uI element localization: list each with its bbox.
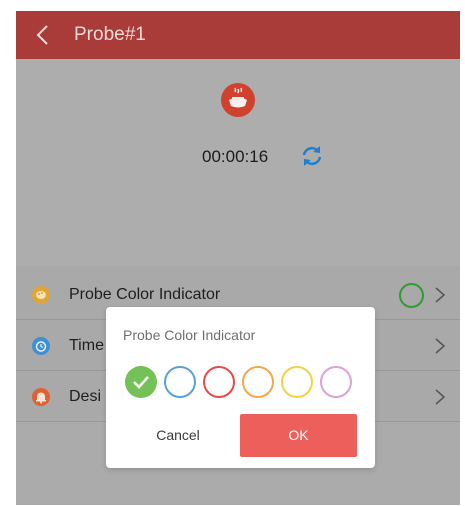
cancel-button[interactable]: Cancel <box>122 414 234 457</box>
dialog-title: Probe Color Indicator <box>123 327 256 343</box>
color-picker-dialog: Probe Color Indicator Cancel OK <box>106 307 375 468</box>
ok-button[interactable]: OK <box>240 414 357 457</box>
probe-status-panel: 00:00:16 <box>16 59 460 266</box>
color-option-orange[interactable] <box>242 366 274 398</box>
chevron-left-icon <box>36 25 48 45</box>
app-screen: Probe#1 00:00:16 Probe Color Indicator T… <box>16 11 460 505</box>
chevron-right-icon <box>434 387 446 407</box>
color-option-pink[interactable] <box>320 366 352 398</box>
chevron-right-icon <box>434 336 446 356</box>
refresh-icon[interactable] <box>299 143 325 169</box>
chevron-right-icon <box>434 285 446 305</box>
setting-label: Desi <box>69 388 102 405</box>
setting-label: Time <box>69 337 104 354</box>
cooking-pot-icon <box>221 83 255 117</box>
color-options <box>125 366 355 398</box>
color-option-blue[interactable] <box>164 366 196 398</box>
navbar: Probe#1 <box>16 11 460 59</box>
cook-timer: 00:00:16 <box>202 147 269 166</box>
checkmark-icon <box>133 376 149 389</box>
bell-icon <box>32 388 50 406</box>
page-title: Probe#1 <box>74 24 146 45</box>
alarm-clock-icon <box>32 337 50 355</box>
palette-icon <box>32 286 50 304</box>
color-option-yellow[interactable] <box>281 366 313 398</box>
color-option-red[interactable] <box>203 366 235 398</box>
back-button[interactable] <box>30 21 58 49</box>
selected-color-swatch <box>399 283 424 308</box>
color-option-green[interactable] <box>125 366 157 398</box>
